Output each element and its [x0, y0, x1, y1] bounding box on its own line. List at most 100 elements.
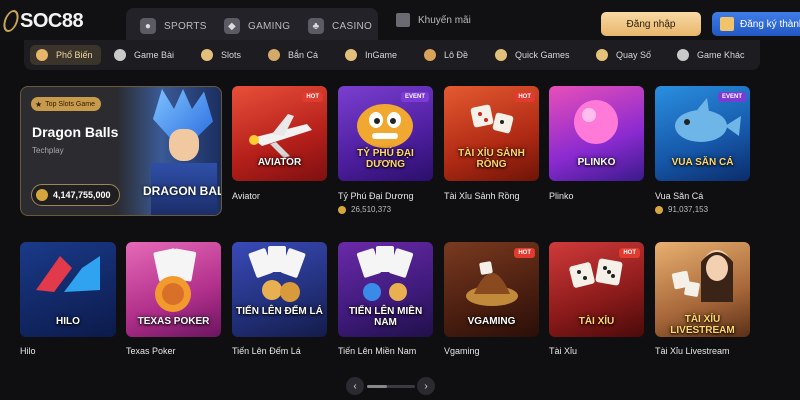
star-icon: ★ — [35, 99, 43, 109]
game-tile-hilo[interactable]: HILO — [20, 242, 116, 337]
hot-badge: HOT — [514, 92, 535, 102]
game-tile-tien-len-mien-nam[interactable]: TIẾN LÊN MIỀN NAM — [338, 242, 433, 337]
ingame-icon — [345, 49, 357, 61]
tile-caption: PLINKO — [577, 157, 616, 168]
nav-casino-label: CASINO — [332, 20, 373, 32]
fish-icon — [268, 49, 280, 61]
nav-gaming-label: GAMING — [248, 20, 291, 32]
game-name[interactable]: Tài Xỉu Sảnh Rồng — [444, 191, 520, 201]
game-name[interactable]: Tài Xỉu — [549, 346, 577, 356]
game-tile-vua-san-ca[interactable]: EVENT VUA SĂN CÁ — [655, 86, 750, 181]
quick-games-icon — [495, 49, 507, 61]
category-slots[interactable]: Slots — [201, 45, 241, 65]
game-name[interactable]: Aviator — [232, 191, 260, 201]
category-label: InGame — [365, 50, 398, 60]
hot-badge: HOT — [302, 92, 323, 102]
game-name[interactable]: Tài Xỉu Livestream — [655, 346, 730, 356]
tile-caption: TIẾN LÊN MIỀN NAM — [348, 306, 423, 328]
game-tile-aviator[interactable]: HOT AVIATOR — [232, 86, 327, 181]
nav-gaming[interactable]: ◆ GAMING — [224, 16, 290, 36]
category-quick-games[interactable]: Quick Games — [495, 45, 570, 65]
tile-caption: HILO — [56, 316, 80, 327]
category-label: Game Bài — [134, 50, 175, 60]
register-label: Đăng ký thành viên — [740, 18, 800, 30]
category-label: Lô Đề — [444, 50, 469, 60]
prev-page-button[interactable]: ‹ — [346, 377, 364, 395]
featured-art-logo: DRAGON BALL — [143, 184, 221, 198]
nav-sports[interactable]: ● SPORTS — [140, 16, 207, 36]
category-label: Bắn Cá — [288, 50, 319, 60]
category-ingame[interactable]: InGame — [345, 45, 397, 65]
tile-caption: TÀI XỈU SẢNH RỒNG — [458, 148, 525, 170]
pager-thumb[interactable] — [367, 385, 387, 388]
game-tile-tai-xiu-sanh-rong[interactable]: HOT TÀI XỈU SẢNH RỒNG — [444, 86, 539, 181]
featured-game-card[interactable]: ★ Top Slots Game Dragon Balls Techplay D… — [20, 86, 222, 216]
featured-art: DRAGON BALL — [143, 87, 221, 215]
jackpot-amount: 4,147,755,000 — [53, 190, 111, 200]
logo-mark-icon — [1, 10, 21, 32]
coin-icon — [36, 189, 48, 201]
site-logo[interactable]: SOC88 — [1, 8, 84, 34]
game-tile-plinko[interactable]: PLINKO — [549, 86, 644, 181]
category-game-bai[interactable]: Game Bài — [114, 45, 174, 65]
category-game-khac[interactable]: Game Khác — [677, 45, 745, 65]
logo-text: SOC88 — [20, 9, 84, 32]
tile-caption: TIẾN LÊN ĐẾM LÁ — [236, 306, 323, 317]
gamepad-icon: ◆ — [224, 18, 240, 34]
game-jackpot: 26,510,373 — [338, 205, 391, 214]
pager-track[interactable] — [367, 385, 415, 388]
category-label: Quick Games — [515, 50, 570, 60]
category-quay-so[interactable]: Quay Số — [596, 45, 651, 65]
badge-label: Top Slots Game — [45, 100, 95, 108]
next-page-button[interactable]: › — [417, 377, 435, 395]
promotions-label: Khuyến mãi — [418, 14, 471, 26]
game-name[interactable]: Texas Poker — [126, 346, 176, 356]
game-name[interactable]: Tiến Lên Đếm Lá — [232, 346, 301, 356]
game-tile-vgaming[interactable]: HOT VGAMING — [444, 242, 539, 337]
game-name[interactable]: Tiến Lên Miền Nam — [338, 346, 416, 356]
promotions-link[interactable]: Khuyến mãi — [396, 13, 471, 27]
hot-badge: HOT — [619, 248, 640, 258]
game-tile-ty-phu-dai-duong[interactable]: EVENT TỶ PHÚ ĐẠI DƯƠNG — [338, 86, 433, 181]
nav-sports-label: SPORTS — [164, 20, 207, 32]
slots-icon — [201, 49, 213, 61]
game-tile-tien-len-dem-la[interactable]: TIẾN LÊN ĐẾM LÁ — [232, 242, 327, 337]
register-button[interactable]: Đăng ký thành viên — [712, 12, 800, 36]
game-name[interactable]: Hilo — [20, 346, 36, 356]
coin-icon — [655, 205, 663, 214]
tile-caption: TÀI XỈU — [578, 316, 615, 327]
category-label: Quay Số — [616, 50, 652, 60]
game-name[interactable]: Plinko — [549, 191, 574, 201]
other-games-icon — [677, 49, 689, 61]
tile-caption: VUA SĂN CÁ — [671, 157, 734, 168]
nav-casino[interactable]: ♣ CASINO — [308, 16, 372, 36]
category-label: Slots — [221, 50, 242, 60]
game-tile-tai-xiu-livestream[interactable]: TÀI XỈU LIVESTREAM — [655, 242, 750, 337]
tile-caption: TÀI XỈU LIVESTREAM — [670, 314, 735, 336]
category-pho-bien[interactable]: Phổ Biến — [30, 45, 101, 65]
jackpot-amount: 26,510,373 — [351, 205, 392, 214]
playing-cards-icon — [248, 246, 306, 302]
featured-title: Dragon Balls — [32, 124, 119, 140]
category-ban-ca[interactable]: Bắn Cá — [268, 45, 318, 65]
category-label: Game Khác — [697, 50, 745, 60]
game-tile-texas-poker[interactable]: TEXAS POKER — [126, 242, 221, 337]
event-badge: EVENT — [717, 92, 746, 102]
coin-icon — [338, 205, 346, 214]
game-name[interactable]: Tỷ Phú Đại Dương — [338, 191, 413, 201]
game-name[interactable]: Vua Săn Cá — [655, 191, 703, 201]
login-button[interactable]: Đăng nhập — [601, 12, 701, 36]
cards-icon: ♣ — [308, 18, 324, 34]
category-lo-de[interactable]: Lô Đề — [424, 45, 468, 65]
soccer-ball-icon: ● — [140, 18, 156, 34]
game-jackpot: 91,037,153 — [655, 205, 708, 214]
game-name[interactable]: Vgaming — [444, 346, 480, 356]
category-bar: Phổ Biến Game Bài Slots Bắn Cá InGame Lô… — [24, 40, 760, 70]
game-tile-tai-xiu[interactable]: HOT TÀI XỈU — [549, 242, 644, 337]
jackpot-amount: 91,037,153 — [668, 205, 709, 214]
tile-caption: VGAMING — [467, 316, 516, 327]
tile-caption: TEXAS POKER — [137, 316, 210, 327]
hero-face — [169, 129, 199, 161]
popular-icon — [36, 49, 48, 61]
card-game-icon — [114, 49, 126, 61]
